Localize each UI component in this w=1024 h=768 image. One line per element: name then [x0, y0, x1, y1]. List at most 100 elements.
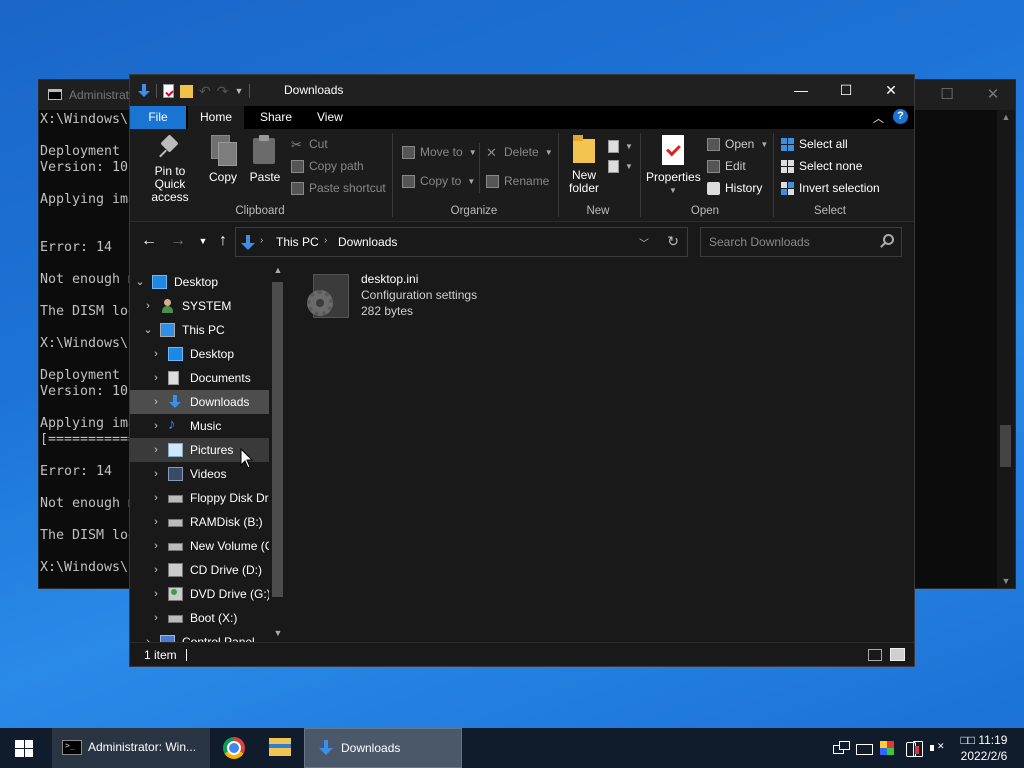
chevron-right-icon[interactable]: › — [150, 486, 162, 510]
keyboard-icon[interactable] — [856, 740, 873, 756]
console-scrollbar[interactable]: ▲ ▼ — [997, 110, 1015, 588]
explorer-window[interactable]: ↶ ↷ ▼ Downloads — ☐ ✕ File Home Share Vi… — [129, 74, 915, 667]
console-maximize-button[interactable]: ☐ — [924, 80, 970, 110]
pin-to-quick-access-button[interactable]: Pin to Quick access — [138, 135, 202, 204]
cut-button[interactable]: ✂ Cut — [291, 135, 328, 153]
nav-scrollbar[interactable]: ▲ ▼ — [269, 262, 287, 642]
taskbar-item-chrome[interactable] — [212, 728, 256, 768]
undo-icon[interactable]: ↶ — [199, 83, 211, 100]
properties-icon[interactable] — [163, 84, 174, 98]
scroll-down-icon[interactable]: ▼ — [272, 628, 284, 638]
navigation-pane[interactable]: ⌄ Desktop › SYSTEM ⌄ This PC › Desktop › Document… — [130, 262, 287, 642]
chevron-right-icon[interactable]: › — [150, 558, 162, 582]
chevron-right-icon[interactable]: › — [150, 606, 162, 630]
rename-button[interactable]: Rename — [486, 172, 549, 190]
redo-icon[interactable]: ↷ — [217, 83, 229, 100]
minimize-button[interactable]: — — [778, 75, 824, 106]
start-button[interactable] — [0, 728, 48, 768]
tab-share[interactable]: Share — [248, 106, 304, 129]
chevron-right-icon[interactable]: › — [150, 414, 162, 438]
tree-item-music[interactable]: › ♪ Music — [130, 414, 269, 438]
chevron-right-icon[interactable]: › — [150, 534, 162, 558]
scroll-up-icon[interactable]: ▲ — [1000, 112, 1012, 122]
address-bar[interactable]: › This PC › Downloads ﹀ ↻ — [235, 227, 688, 257]
invert-selection-button[interactable]: Invert selection — [781, 179, 880, 197]
large-icons-view-icon[interactable] — [890, 648, 905, 661]
chevron-right-icon[interactable]: › — [150, 510, 162, 534]
tree-item-desktop[interactable]: › Desktop — [130, 342, 269, 366]
edit-button[interactable]: Edit — [707, 157, 746, 175]
maximize-button[interactable]: ☐ — [823, 75, 869, 106]
chevron-down-icon[interactable]: ⌄ — [142, 318, 154, 342]
tab-view[interactable]: View — [305, 106, 355, 129]
chevron-right-icon[interactable]: › — [150, 462, 162, 486]
copy-path-button[interactable]: Copy path — [291, 157, 364, 175]
search-box[interactable] — [700, 227, 902, 257]
paste-shortcut-button[interactable]: Paste shortcut — [291, 179, 386, 197]
address-history-icon[interactable]: ﹀ — [639, 235, 649, 250]
help-icon[interactable]: ? — [893, 109, 908, 124]
collapse-ribbon-icon[interactable]: ︿ — [873, 110, 884, 126]
tree-item-system[interactable]: › SYSTEM — [130, 294, 269, 318]
delete-button[interactable]: ✕ Delete ▼ — [486, 143, 553, 161]
chevron-right-icon[interactable]: › — [324, 235, 327, 246]
chevron-right-icon[interactable]: › — [142, 294, 154, 318]
history-button[interactable]: History — [707, 179, 762, 197]
tree-item-floppy[interactable]: › Floppy Disk Dri — [130, 486, 269, 510]
forward-button[interactable]: → — [167, 231, 189, 251]
search-icon[interactable] — [883, 234, 894, 245]
tree-item-control-panel[interactable]: › Control Panel — [130, 630, 269, 642]
select-none-button[interactable]: Select none — [781, 157, 862, 175]
breadcrumb-this-pc[interactable]: This PC — [276, 235, 319, 249]
volume-muted-icon[interactable] — [929, 740, 945, 756]
search-input[interactable] — [709, 235, 879, 249]
taskbar-item-cmd[interactable]: Administrator: Win... — [52, 728, 210, 768]
new-folder-icon[interactable] — [180, 84, 193, 98]
taskbar-item-downloads[interactable]: Downloads — [304, 728, 462, 768]
chevron-right-icon[interactable]: › — [150, 366, 162, 390]
file-list[interactable]: desktop.ini Configuration settings 282 b… — [287, 262, 914, 642]
move-to-button[interactable]: Move to ▼ — [402, 143, 477, 161]
tree-item-documents[interactable]: › Documents — [130, 366, 269, 390]
chevron-right-icon[interactable]: › — [142, 630, 154, 642]
scroll-down-icon[interactable]: ▼ — [1000, 576, 1012, 586]
scroll-up-icon[interactable]: ▲ — [272, 265, 284, 275]
chevron-down-icon[interactable]: ⌄ — [134, 270, 146, 294]
tab-file[interactable]: File — [130, 106, 186, 129]
tree-item-downloads[interactable]: › Downloads — [130, 390, 269, 414]
paste-button[interactable]: Paste — [247, 135, 283, 184]
tree-item-desktop-root[interactable]: ⌄ Desktop — [130, 270, 269, 294]
explorer-titlebar[interactable]: ↶ ↷ ▼ Downloads — ☐ ✕ — [130, 75, 914, 106]
network-icon[interactable] — [833, 740, 850, 756]
tree-item-boot[interactable]: › Boot (X:) — [130, 606, 269, 630]
back-button[interactable]: ← — [138, 231, 160, 251]
tree-item-ramdisk[interactable]: › RAMDisk (B:) — [130, 510, 269, 534]
tree-item-this-pc[interactable]: ⌄ This PC — [130, 318, 269, 342]
tree-item-new-volume[interactable]: › New Volume (C — [130, 534, 269, 558]
copy-to-button[interactable]: Copy to ▼ — [402, 172, 475, 190]
scrollbar-thumb[interactable] — [1000, 425, 1011, 467]
breadcrumb-downloads[interactable]: Downloads — [338, 235, 397, 249]
copy-button[interactable]: Copy — [206, 135, 240, 184]
chevron-right-icon[interactable]: › — [150, 390, 162, 414]
open-button[interactable]: Open ▼ — [707, 135, 768, 153]
refresh-icon[interactable]: ↻ — [667, 233, 679, 250]
close-button[interactable]: ✕ — [868, 75, 914, 106]
chevron-right-icon[interactable]: › — [150, 582, 162, 606]
select-all-button[interactable]: Select all — [781, 135, 848, 153]
new-item-button[interactable]: ▼ — [608, 137, 633, 155]
new-folder-button[interactable]: New folder — [562, 135, 606, 195]
clock[interactable]: □□ 11:19 2022/2/6 — [955, 732, 1013, 764]
file-item[interactable]: desktop.ini Configuration settings 282 b… — [303, 272, 543, 326]
easy-access-button[interactable]: ▼ — [608, 157, 633, 175]
chevron-right-icon[interactable]: › — [150, 438, 162, 462]
tree-item-dvd-drive[interactable]: › DVD Drive (G:) — [130, 582, 269, 606]
properties-button[interactable]: Properties ▼ — [646, 135, 701, 197]
battery-icon[interactable] — [912, 740, 923, 757]
up-button[interactable]: ↑ — [212, 231, 234, 251]
scrollbar-thumb[interactable] — [272, 282, 283, 597]
console-close-button[interactable]: ✕ — [970, 80, 1016, 110]
details-view-icon[interactable] — [868, 649, 882, 661]
chevron-right-icon[interactable]: › — [260, 235, 263, 246]
customize-qat-icon[interactable]: ▼ — [234, 86, 243, 96]
